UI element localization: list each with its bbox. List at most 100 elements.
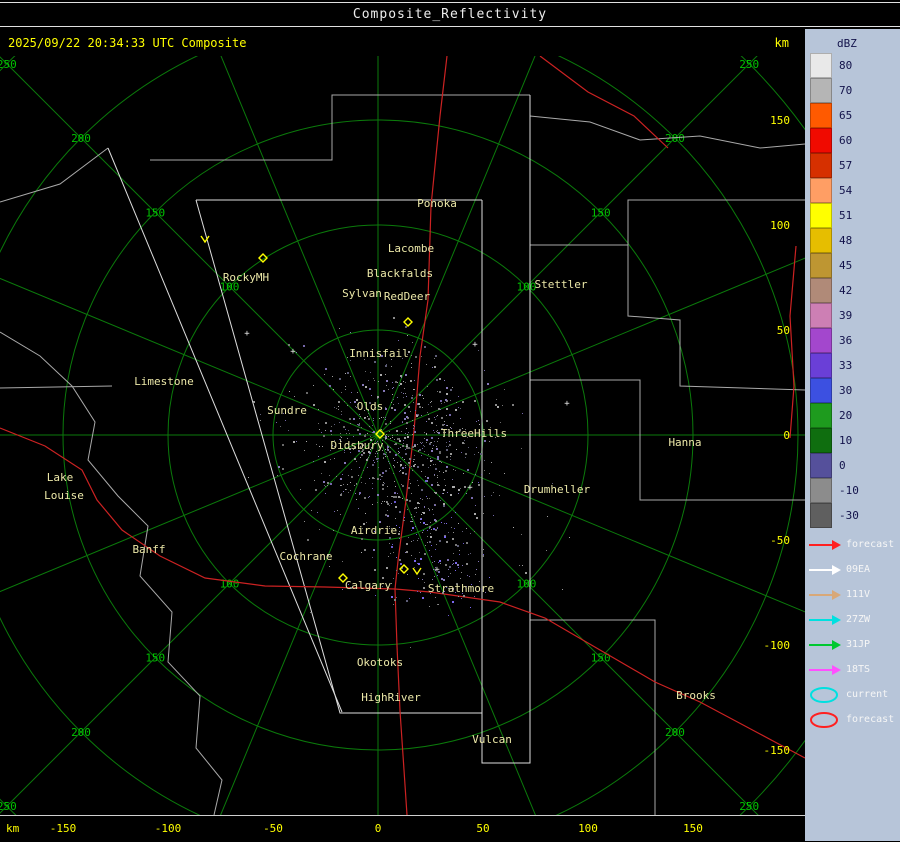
colorbar-row: 60 bbox=[810, 128, 900, 153]
legend-label: 111V bbox=[846, 589, 871, 600]
city-label: Limestone bbox=[134, 375, 194, 388]
city-label: Lacombe bbox=[388, 242, 434, 255]
city-label: Cochrane bbox=[280, 550, 333, 563]
legend-row: 111V bbox=[807, 582, 900, 607]
ring-distance-label: 100 bbox=[220, 577, 240, 590]
point-mark: + bbox=[467, 483, 473, 493]
ring-distance-label: 250 bbox=[739, 800, 759, 813]
azimuth-line bbox=[377, 434, 805, 613]
ring-distance-label: 250 bbox=[0, 58, 17, 71]
colorbar-swatch bbox=[810, 278, 832, 303]
axis-label-bottom: 100 bbox=[578, 822, 598, 835]
radar-canvas[interactable]: 100 100100 100150 150150 150200 200200 200250 2… bbox=[0, 56, 805, 815]
legend: forecast 09EA 111V 27ZW 31JP 18TS current forec… bbox=[807, 532, 900, 732]
km-unit-bottom-label: km bbox=[6, 822, 20, 835]
scan-sector-outline bbox=[107, 147, 343, 713]
colorbar-row: 45 bbox=[810, 253, 900, 278]
legend-arrow-icon bbox=[809, 589, 841, 600]
colorbar-swatch bbox=[810, 203, 832, 228]
city-label: Strathmore bbox=[428, 582, 494, 595]
city-label: Hanna bbox=[668, 436, 701, 449]
colorbar-value: 60 bbox=[839, 134, 853, 147]
colorbar-row: 30 bbox=[810, 378, 900, 403]
title-bar: Composite_Reflectivity bbox=[0, 2, 900, 27]
colorbar-row: 42 bbox=[810, 278, 900, 303]
colorbar-value: -10 bbox=[839, 484, 859, 497]
legend-row: forecast bbox=[807, 532, 900, 557]
colorbar-row: 20 bbox=[810, 403, 900, 428]
colorbar: 80 70 65 60 57 54 51 48 45 42 39 36 33 30 20 10 0 -10 -30 bbox=[810, 53, 900, 528]
point-mark: + bbox=[564, 399, 570, 409]
radar-display[interactable]: 100 100 100 100 150 150 150 150 200 200 200 200 250 2… bbox=[0, 56, 805, 815]
city-label: HighRiver bbox=[361, 691, 421, 704]
window-title: Composite_Reflectivity bbox=[352, 7, 548, 22]
ring-distance-label: 100 bbox=[517, 577, 537, 590]
radar-site-marker bbox=[403, 317, 413, 327]
colorbar-row: 51 bbox=[810, 203, 900, 228]
boundary-line bbox=[627, 245, 805, 391]
city-label: Vulcan bbox=[472, 733, 512, 746]
colorbar-row: -30 bbox=[810, 503, 900, 528]
colorbar-swatch bbox=[810, 303, 832, 328]
ring-distance-label: 100 bbox=[517, 281, 537, 294]
axis-label-right: 150 bbox=[770, 114, 790, 127]
city-label: RedDeer bbox=[384, 290, 431, 303]
city-label: Calgary bbox=[345, 579, 392, 592]
axis-label-right: 50 bbox=[777, 324, 790, 337]
ring-distance-label: 200 bbox=[71, 132, 91, 145]
colorbar-value: 54 bbox=[839, 184, 853, 197]
legend-label: current bbox=[846, 689, 889, 700]
ring-distance-label: 150 bbox=[145, 652, 165, 665]
reflectivity-echoes bbox=[248, 317, 570, 648]
ring-distance-label: 150 bbox=[145, 206, 165, 219]
timestamp-label: 2025/09/22 20:34:33 UTC Composite bbox=[8, 36, 247, 50]
colorbar-value: 45 bbox=[839, 259, 853, 272]
ring-distance-label: 250 bbox=[739, 58, 759, 71]
axis-label-bottom: -150 bbox=[49, 822, 77, 835]
colorbar-value: -30 bbox=[839, 509, 859, 522]
colorbar-value: 80 bbox=[839, 59, 853, 72]
legend-row: 27ZW bbox=[807, 607, 900, 632]
city-label: Ponoka bbox=[417, 197, 457, 210]
colorbar-swatch bbox=[810, 103, 832, 128]
ring-distance-label: 150 bbox=[591, 206, 611, 219]
azimuth-line bbox=[220, 56, 379, 436]
colorbar-swatch bbox=[810, 478, 832, 503]
colorbar-value: 57 bbox=[839, 159, 853, 172]
legend-ellipse-icon bbox=[810, 686, 838, 703]
axis-label-right: 100 bbox=[770, 219, 790, 232]
colorbar-value: 10 bbox=[839, 434, 853, 447]
colorbar-row: 10 bbox=[810, 428, 900, 453]
colorbar-value: 39 bbox=[839, 309, 853, 322]
colorbar-value: 0 bbox=[839, 459, 846, 472]
boundary-line bbox=[0, 147, 109, 203]
colorbar-swatch bbox=[810, 53, 832, 78]
ring-distance-label: 250 bbox=[0, 800, 17, 813]
colorbar-row: 54 bbox=[810, 178, 900, 203]
colorbar-swatch bbox=[810, 353, 832, 378]
colorbar-swatch bbox=[810, 453, 832, 478]
city-label: Didsbury bbox=[331, 439, 384, 452]
azimuth-line bbox=[377, 257, 805, 436]
city-label: Blackfalds bbox=[367, 267, 433, 280]
legend-arrow-icon bbox=[809, 614, 841, 625]
colorbar-row: 70 bbox=[810, 78, 900, 103]
boundary-line bbox=[0, 331, 223, 815]
colorbar-row: 39 bbox=[810, 303, 900, 328]
highway-line bbox=[789, 245, 797, 439]
city-label: Stettler bbox=[535, 278, 588, 291]
point-mark: + bbox=[244, 329, 250, 339]
city-label: RockyMH bbox=[223, 271, 269, 284]
status-bar: 2025/09/22 20:34:33 UTC Composite km bbox=[0, 29, 805, 56]
legend-label: 31JP bbox=[846, 639, 871, 650]
city-label: Olds bbox=[357, 400, 384, 413]
colorbar-row: 0 bbox=[810, 453, 900, 478]
colorbar-row: 80 bbox=[810, 53, 900, 78]
point-mark: + bbox=[472, 340, 478, 350]
colorbar-swatch bbox=[810, 328, 832, 353]
city-label: Sylvan bbox=[342, 287, 382, 300]
legend-row: 09EA bbox=[807, 557, 900, 582]
colorbar-value: 65 bbox=[839, 109, 853, 122]
app-window: Composite_Reflectivity 2025/09/22 20:34:… bbox=[0, 0, 900, 841]
colorbar-swatch bbox=[810, 428, 832, 453]
